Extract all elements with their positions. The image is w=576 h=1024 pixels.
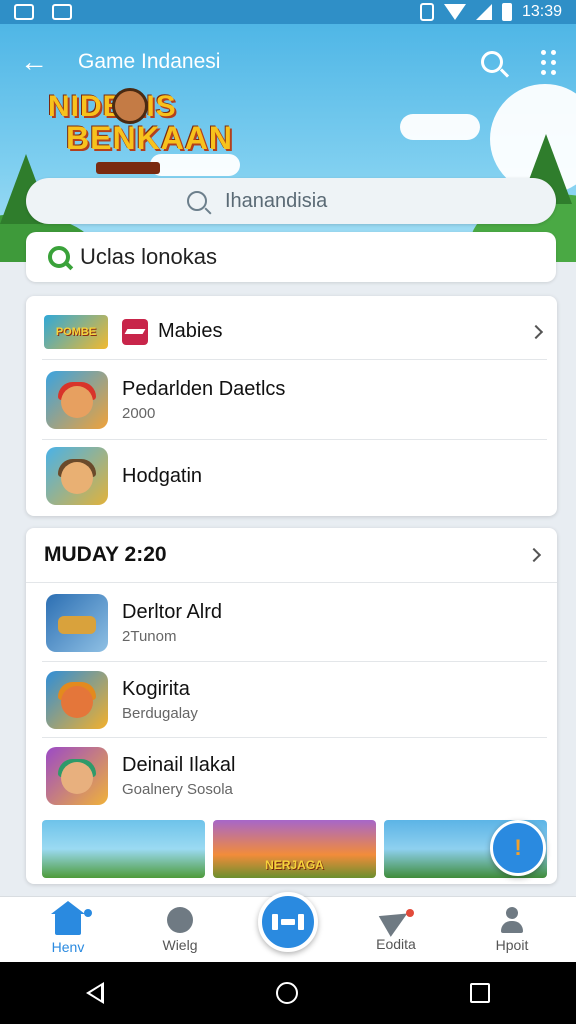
cloud (400, 114, 480, 140)
battery-icon (501, 3, 512, 21)
card-header-label: Mabies (158, 320, 223, 342)
home-icon (51, 901, 85, 935)
section-title: MUDAY 2:20 (44, 543, 167, 566)
nav-label: Henv (51, 939, 85, 955)
character-face (61, 762, 93, 795)
list-item[interactable]: Kogirita Berdugalay (42, 662, 547, 738)
center-action-button[interactable] (258, 892, 318, 952)
status-bar: 13:39 (0, 0, 576, 24)
item-subtitle: 2000 (122, 404, 156, 422)
nav-item-home[interactable]: Henv (18, 897, 118, 963)
logo-text-line2: BENKAAN (66, 120, 233, 156)
chevron-right-icon[interactable] (528, 324, 544, 339)
game-banner-1[interactable] (42, 820, 205, 878)
nav-item-profile[interactable]: Wielg (130, 897, 230, 963)
item-title: Pedarlden Daetlcs (122, 377, 286, 400)
item-title: Derltor Alrd (122, 600, 223, 623)
divider (26, 582, 557, 583)
item-title: Kogirita (122, 677, 190, 700)
search-icon[interactable] (481, 51, 503, 73)
item-title: Deinail Ilakal (122, 754, 236, 776)
vibrate-icon (419, 3, 434, 21)
character-face (61, 462, 93, 495)
item-title: Hodgatin (122, 464, 203, 487)
filter-bar[interactable]: Uclas lonokas (26, 232, 556, 282)
nav-item-person[interactable]: Hpoit (462, 897, 562, 963)
system-home-icon[interactable] (276, 982, 298, 1004)
exclamation-icon: ! (514, 835, 522, 860)
notification-dot (84, 909, 92, 917)
game-banner-thumbnail (44, 314, 108, 349)
item-subtitle: 2Tunom (122, 627, 177, 645)
character-face (61, 685, 93, 718)
system-recents-icon[interactable] (470, 983, 490, 1003)
flag-icon (122, 318, 148, 345)
item-subtitle: Goalnery Sosola (122, 781, 233, 798)
game-app-icon (46, 593, 108, 652)
app-bar: ← Game Indanesi (0, 24, 576, 100)
nav-label: Hpoit (495, 937, 529, 953)
signal-icon (475, 4, 492, 20)
search-input[interactable] (225, 189, 395, 213)
cannon-graphic (58, 615, 96, 634)
system-nav-bar (0, 962, 576, 1024)
game-app-icon (46, 670, 108, 729)
chevron-right-icon[interactable] (526, 547, 542, 563)
back-arrow-icon[interactable]: ← (20, 46, 60, 78)
filter-label: Uclas lonokas (80, 244, 217, 269)
game-logo: NIDBEIS BENKAAN (48, 88, 233, 178)
notification-icon (14, 4, 34, 20)
game-banner-strip (42, 820, 547, 878)
game-banner-2[interactable] (213, 820, 376, 878)
game-list-card: Mabies Pedarlden Daetlcs 2000 Hodgatin (26, 296, 557, 516)
search-bar[interactable] (26, 178, 556, 224)
person-icon (499, 907, 525, 933)
logo-plank (96, 162, 160, 174)
status-time: 13:39 (521, 3, 562, 20)
nav-label: Eodita (376, 936, 416, 952)
item-subtitle: Berdugalay (122, 704, 198, 722)
card-header-row[interactable]: Mabies (42, 304, 547, 360)
game-app-icon (46, 747, 108, 805)
profile-icon (167, 907, 193, 933)
image-notification-icon (52, 4, 72, 20)
featured-games-card: MUDAY 2:20 Derltor Alrd 2Tunom Kogirita … (26, 528, 557, 884)
wifi-icon (443, 4, 466, 20)
alert-fab-button[interactable]: ! (490, 820, 546, 876)
green-search-icon (48, 246, 70, 268)
list-item[interactable]: Pedarlden Daetlcs 2000 (42, 360, 547, 440)
nav-item-send[interactable]: Eodita (346, 897, 446, 963)
search-icon (187, 191, 207, 211)
more-options-icon[interactable] (541, 49, 556, 75)
system-back-icon[interactable] (86, 982, 104, 1004)
list-item[interactable]: Derltor Alrd 2Tunom (42, 584, 547, 662)
game-app-icon (46, 447, 108, 505)
action-icon (272, 914, 304, 930)
nav-label: Wielg (162, 937, 198, 953)
list-item[interactable]: Hodgatin (42, 440, 547, 512)
app-bar-title: Game Indanesi (78, 50, 221, 73)
game-app-icon (46, 370, 108, 429)
list-item[interactable]: Deinail Ilakal Goalnery Sosola (42, 738, 547, 814)
notification-dot (406, 909, 414, 917)
character-face (61, 385, 93, 418)
